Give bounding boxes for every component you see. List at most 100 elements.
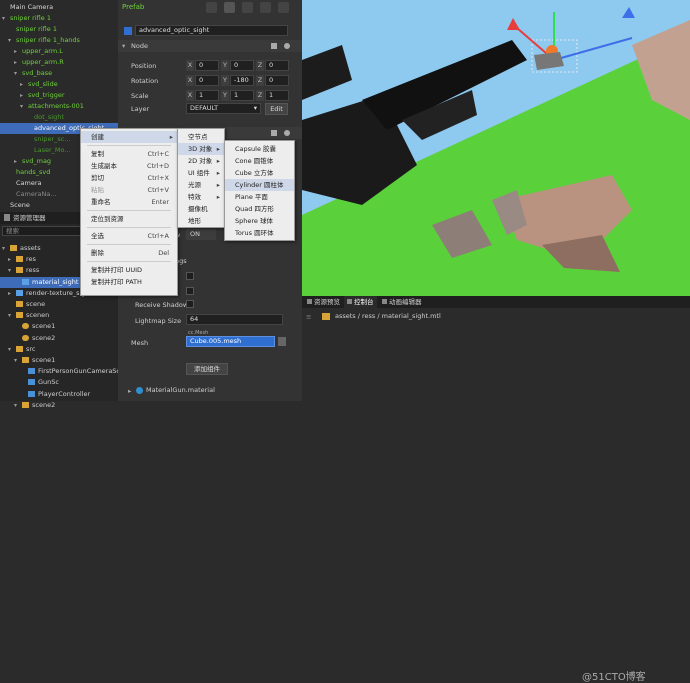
expand-arrow-icon[interactable]: ▸ [14,46,22,57]
menu-item[interactable]: 删除 Del [81,247,177,259]
expand-arrow-icon[interactable]: ▾ [8,310,16,321]
node-active-checkbox[interactable] [124,27,132,35]
expand-arrow-icon[interactable]: ▾ [2,243,10,254]
expand-arrow-icon[interactable]: ▾ [8,35,16,46]
menu-item[interactable]: 特效 ▸ [178,191,224,203]
scale-y-field[interactable]: 1 [230,90,254,101]
hierarchy-node[interactable]: ▾ sniper rifle 1_hands [0,35,118,46]
menu-item[interactable]: 剪切 Ctrl+X [81,172,177,184]
menu-item[interactable]: 3D 对象 ▸ [178,143,224,155]
hierarchy-node[interactable]: ▾ svd_base [0,68,118,79]
add-component-button[interactable]: 添加组件 [186,363,228,375]
hierarchy-node[interactable]: ▸ svd_trigger [0,90,118,101]
lightmap-size-field[interactable]: 64 [186,314,283,325]
prefab-menu-icon[interactable] [278,2,289,13]
expand-arrow-icon[interactable]: ▸ [8,254,16,265]
menu-item[interactable]: 复制并打印 PATH [81,276,177,288]
settings-icon[interactable] [242,2,253,13]
mesh-asset-field[interactable]: Cube.005.mesh [186,336,275,347]
rotation-y-field[interactable]: -180 [230,75,254,86]
expand-arrow-icon[interactable]: ▸ [14,57,22,68]
expand-arrow-icon[interactable]: ▾ [14,400,22,411]
node-settings-icon[interactable] [284,43,290,49]
position-z-field[interactable]: 0 [265,60,289,71]
menu-item[interactable]: 生成副本 Ctrl+D [81,160,177,172]
scale-z-field[interactable]: 1 [265,90,289,101]
rotation-x-field[interactable]: 0 [195,75,219,86]
hierarchy-node[interactable]: ▾ sniper rifle 1 [0,13,118,24]
asset-item[interactable]: ▾ scene2 [0,400,118,411]
console-tab[interactable]: 资源预览 [304,296,343,308]
hierarchy-node[interactable]: Main Camera [0,2,118,13]
menu-item[interactable]: 创建 ▸ [81,131,177,143]
menu-item[interactable]: 地形 [178,215,224,227]
menu-item[interactable]: Cube 立方体 [225,167,294,179]
menu-item[interactable]: Cylinder 圆柱体 [225,179,294,191]
link-icon[interactable] [224,2,235,13]
menu-item[interactable]: 定位到资源 [81,213,177,225]
menu-item[interactable]: 复制并打印 UUID [81,264,177,276]
asset-item[interactable]: GunSc [0,377,118,388]
asset-item[interactable]: FirstPersonGunCameraSc [0,366,120,377]
option-checkbox-2[interactable] [186,287,194,295]
asset-item[interactable]: PlayerController [0,389,118,400]
scene-view[interactable] [302,0,690,296]
node-section-header[interactable]: ▾ Node [118,40,302,52]
assets-search-input[interactable]: 搜索 [2,226,82,236]
menu-item[interactable]: 复制 Ctrl+C [81,148,177,160]
menu-item[interactable]: 粘贴 Ctrl+V [81,184,177,196]
hierarchy-node[interactable]: ▾ attachments-001 [0,101,118,112]
prefab-revert-icon[interactable] [206,2,217,13]
expand-arrow-icon[interactable]: ▸ [8,288,16,299]
expand-arrow-icon[interactable]: ▾ [14,68,22,79]
material-expand-arrow[interactable]: ▸ [128,387,131,395]
hierarchy-node[interactable]: ▸ upper_arm.R [0,57,118,68]
layer-edit-button[interactable]: Edit [265,103,288,115]
console-tab[interactable]: 控制台 [344,296,377,308]
asset-item[interactable]: ▾ scenen [0,310,118,321]
asset-item[interactable]: ▾ scene1 [0,355,118,366]
expand-arrow-icon[interactable]: ▾ [2,13,10,24]
menu-item[interactable]: 空节点 [178,131,224,143]
component-help-icon[interactable] [271,130,277,136]
scale-x-field[interactable]: 1 [195,90,219,101]
console-tab[interactable]: 动画编辑器 [379,296,425,308]
menu-item[interactable]: Torus 圆环体 [225,227,294,239]
menu-item[interactable]: Plane 平面 [225,191,294,203]
hierarchy-node[interactable]: ▸ upper_arm.L [0,46,118,57]
option-checkbox-1[interactable] [186,272,194,280]
asset-item[interactable]: scene2 [0,333,118,344]
menu-item[interactable]: Sphere 球体 [225,215,294,227]
menu-item[interactable]: 重命名 Enter [81,196,177,208]
mesh-picker-icon[interactable] [278,337,286,346]
console-lock-icon[interactable]: ≡ [306,313,311,321]
menu-item[interactable]: 2D 对象 ▸ [178,155,224,167]
prefab-save-icon[interactable] [260,2,271,13]
component-settings-icon[interactable] [284,130,290,136]
layer-select[interactable]: DEFAULT ▾ [186,103,261,114]
expand-arrow-icon[interactable]: ▾ [20,101,28,112]
hierarchy-node[interactable]: ▸ svd_slide [0,79,118,90]
expand-arrow-icon[interactable]: ▾ [14,355,22,366]
asset-item[interactable]: ▾ src [0,344,118,355]
menu-item[interactable]: Capsule 胶囊 [225,143,294,155]
asset-item[interactable]: scene1 [0,321,118,332]
menu-item[interactable]: 全选 Ctrl+A [81,230,177,242]
expand-arrow-icon[interactable]: ▸ [20,79,28,90]
menu-item[interactable]: Quad 四方形 [225,203,294,215]
expand-arrow-icon[interactable]: ▸ [20,90,28,101]
rotation-z-field[interactable]: 0 [265,75,289,86]
expand-arrow-icon[interactable]: ▾ [8,344,16,355]
menu-item[interactable]: Cone 圆锥体 [225,155,294,167]
hierarchy-node[interactable]: dot_sight [0,112,118,123]
menu-item[interactable]: 摄像机 [178,203,224,215]
partial-on-select[interactable]: ON [186,229,216,240]
position-y-field[interactable]: 0 [230,60,254,71]
receive-shadow-checkbox[interactable] [186,300,194,308]
hierarchy-node[interactable]: sniper rifle 1 [0,24,118,35]
position-x-field[interactable]: 0 [195,60,219,71]
menu-item[interactable]: 光源 ▸ [178,179,224,191]
expand-arrow-icon[interactable]: ▸ [14,156,22,167]
asset-item[interactable]: scene [0,299,118,310]
node-help-icon[interactable] [271,43,277,49]
